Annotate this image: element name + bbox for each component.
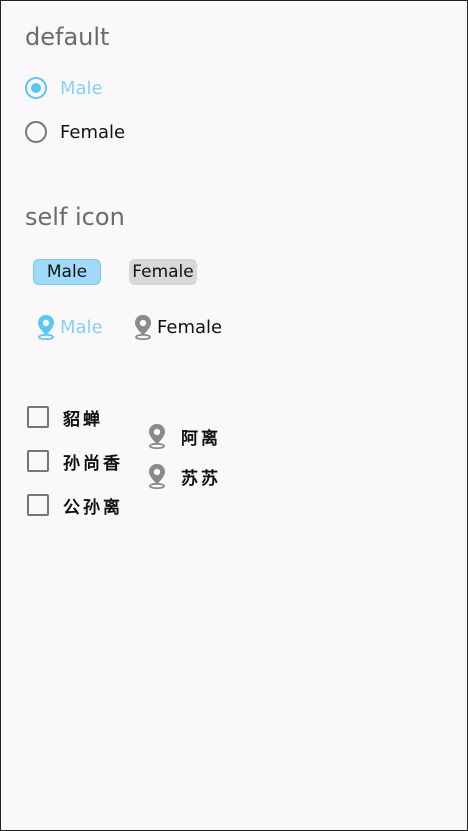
checkbox-label: 公孙离 [63, 497, 123, 518]
checkbox-unchecked-icon[interactable] [27, 406, 49, 428]
location-pin-icon [135, 315, 151, 340]
checkbox-unchecked-icon[interactable] [27, 450, 49, 472]
checkbox-label: 貂蝉 [63, 409, 103, 430]
radio-option-male[interactable]: Male [25, 73, 103, 103]
radio-checked-icon[interactable] [25, 77, 47, 99]
pill-option-female[interactable]: Female [129, 259, 197, 285]
pill-option-male[interactable]: Male [33, 259, 101, 285]
pin-item-label: 苏苏 [181, 468, 221, 489]
checkbox-item-sunshangxiang[interactable]: 孙尚香 [27, 447, 123, 475]
radio-unchecked-icon[interactable] [25, 121, 47, 143]
pin-item-susu[interactable]: 苏苏 [147, 462, 221, 490]
section-title-default: default [25, 23, 110, 51]
checkbox-label: 孙尚香 [63, 453, 123, 474]
pin-label-female: Female [157, 316, 223, 338]
location-pin-icon [149, 424, 165, 449]
location-pin-icon [149, 464, 165, 489]
pin-item-label: 阿离 [181, 428, 221, 449]
checkbox-item-diaochan[interactable]: 貂蝉 [27, 403, 103, 431]
pin-label-male: Male [60, 316, 103, 338]
pin-item-ali[interactable]: 阿离 [147, 422, 221, 450]
checkbox-item-gongsunli[interactable]: 公孙离 [27, 491, 123, 519]
pin-option-male[interactable]: Male [36, 313, 103, 341]
radio-label-female: Female [60, 121, 126, 143]
location-pin-icon [38, 315, 54, 340]
radio-option-female[interactable]: Female [25, 117, 125, 147]
section-title-self-icon: self icon [25, 203, 125, 231]
radio-label-male: Male [60, 77, 103, 99]
checkbox-unchecked-icon[interactable] [27, 494, 49, 516]
pin-option-female[interactable]: Female [133, 313, 222, 341]
